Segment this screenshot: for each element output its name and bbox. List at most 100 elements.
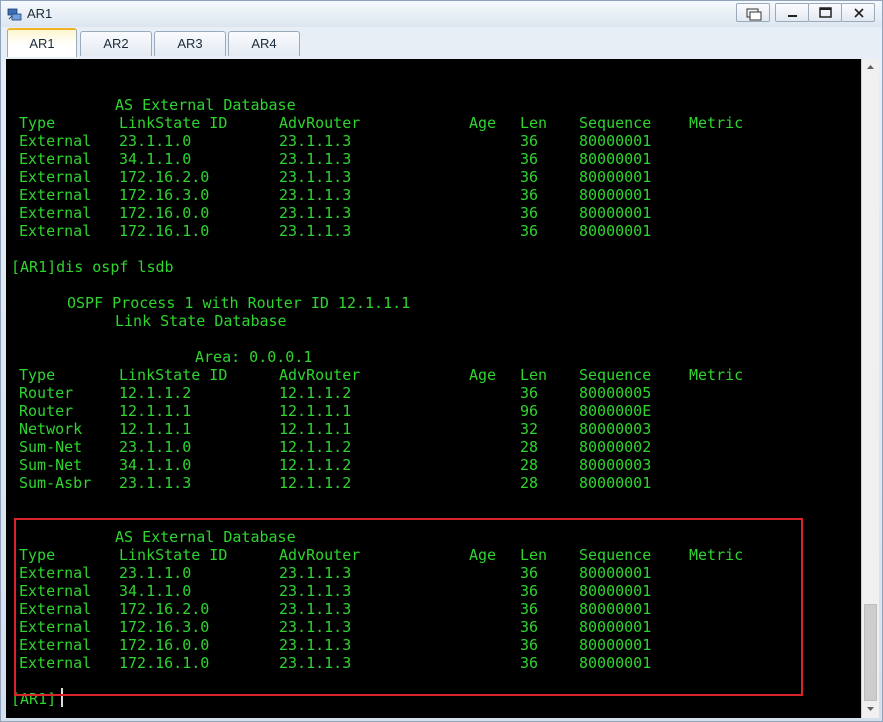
table-cell: 80000001 (579, 186, 652, 204)
restore-icon (746, 8, 762, 21)
area-line: Area: 0.0.0.1 (195, 348, 313, 366)
table-cell: 28 (520, 456, 539, 474)
minimize-button[interactable] (775, 3, 809, 22)
table-cell: 80000001 (579, 654, 652, 672)
router-console-icon (7, 8, 22, 21)
table-cell: Router (19, 402, 74, 420)
tab-ar1[interactable]: AR1 (7, 28, 77, 57)
section-heading: AS External Database (115, 96, 296, 114)
table-cell: 36 (520, 132, 539, 150)
table-cell: External (19, 222, 92, 240)
table-cell: External (19, 150, 92, 168)
vertical-scrollbar[interactable] (861, 59, 879, 718)
table-cell: 23.1.1.3 (279, 654, 352, 672)
table-cell: 32 (520, 420, 539, 438)
table-cell: 36 (520, 564, 539, 582)
table-cell: 36 (520, 618, 539, 636)
table-cell: 12.1.1.2 (279, 474, 352, 492)
table-cell: Network (19, 420, 83, 438)
table-cell: 36 (520, 150, 539, 168)
table-cell: 172.16.0.0 (119, 636, 210, 654)
tab-ar4[interactable]: AR4 (228, 31, 300, 56)
table-cell: 80000002 (579, 438, 652, 456)
minimize-icon (788, 15, 797, 17)
tab-ar3[interactable]: AR3 (154, 31, 226, 56)
table-cell: 12.1.1.2 (279, 438, 352, 456)
table-cell: 96 (520, 402, 539, 420)
table-cell: External (19, 636, 92, 654)
title-bar[interactable]: AR1 (1, 1, 882, 27)
table-cell: External (19, 600, 92, 618)
table-cell: 12.1.1.2 (279, 456, 352, 474)
table-cell: 12.1.1.2 (119, 384, 192, 402)
tab-strip: AR1 AR2 AR3 AR4 (1, 27, 882, 59)
table-cell: External (19, 654, 92, 672)
close-button[interactable] (841, 3, 875, 22)
maximize-button[interactable] (808, 3, 842, 22)
table-cell: 23.1.1.3 (279, 168, 352, 186)
table-cell: External (19, 132, 92, 150)
table-cell: Router (19, 384, 74, 402)
table-cell: 23.1.1.3 (279, 618, 352, 636)
table-header: Type LinkState ID AdvRouter Age Len Sequ… (19, 366, 744, 384)
table-cell: External (19, 186, 92, 204)
command-line: [AR1]dis ospf lsdb (11, 258, 174, 276)
scroll-up-icon[interactable] (862, 59, 879, 76)
table-cell: 80000001 (579, 222, 652, 240)
table-cell: 80000001 (579, 636, 652, 654)
table-cell: 12.1.1.1 (279, 402, 352, 420)
table-header: Type LinkState ID AdvRouter Age Len Sequ… (19, 546, 744, 564)
table-cell: 23.1.1.3 (279, 582, 352, 600)
table-cell: 12.1.1.1 (119, 420, 192, 438)
table-cell: 172.16.2.0 (119, 600, 210, 618)
text-cursor (61, 688, 63, 707)
table-cell: Sum-Net (19, 456, 83, 474)
scroll-down-icon[interactable] (862, 700, 879, 717)
table-cell: 80000001 (579, 474, 652, 492)
maximize-icon (819, 7, 832, 18)
table-cell: 80000001 (579, 618, 652, 636)
table-cell: External (19, 204, 92, 222)
window-title: AR1 (27, 6, 53, 21)
table-cell: 23.1.1.0 (119, 438, 192, 456)
table-header: Type LinkState ID AdvRouter Age Len Sequ… (19, 114, 744, 132)
scroll-thumb[interactable] (864, 604, 877, 701)
table-cell: 8000000E (579, 402, 652, 420)
restore-button[interactable] (736, 3, 770, 22)
table-cell: 12.1.1.1 (279, 420, 352, 438)
table-cell: 36 (520, 600, 539, 618)
tab-ar2[interactable]: AR2 (80, 31, 152, 56)
table-cell: External (19, 582, 92, 600)
table-cell: External (19, 168, 92, 186)
table-cell: 80000003 (579, 420, 652, 438)
console-window: AR1 AR1 AR2 AR3 AR4 AS External Database… (0, 0, 883, 722)
table-cell: 12.1.1.2 (279, 384, 352, 402)
table-cell: 36 (520, 222, 539, 240)
table-cell: 23.1.1.0 (119, 564, 192, 582)
table-cell: 23.1.1.3 (279, 186, 352, 204)
close-icon (854, 8, 864, 18)
table-cell: 36 (520, 636, 539, 654)
table-cell: 172.16.1.0 (119, 654, 210, 672)
table-cell: External (19, 618, 92, 636)
table-cell: 36 (520, 204, 539, 222)
table-cell: 23.1.1.3 (279, 636, 352, 654)
table-cell: 172.16.3.0 (119, 186, 210, 204)
table-cell: 36 (520, 168, 539, 186)
table-cell: 34.1.1.0 (119, 582, 192, 600)
table-cell: 23.1.1.3 (119, 474, 192, 492)
table-cell: 12.1.1.1 (119, 402, 192, 420)
table-cell: 36 (520, 384, 539, 402)
table-cell: External (19, 564, 92, 582)
table-cell: 80000001 (579, 132, 652, 150)
table-cell: 172.16.1.0 (119, 222, 210, 240)
prompt-line[interactable]: [AR1] (6, 690, 60, 708)
table-cell: 172.16.2.0 (119, 168, 210, 186)
table-cell: 80000001 (579, 168, 652, 186)
lsdb-title: Link State Database (115, 312, 287, 330)
terminal-output[interactable]: AS External Database Type LinkState ID A… (6, 59, 861, 718)
table-cell: 80000001 (579, 564, 652, 582)
table-cell: 172.16.0.0 (119, 204, 210, 222)
process-line: OSPF Process 1 with Router ID 12.1.1.1 (67, 294, 411, 312)
table-cell: 23.1.1.3 (279, 204, 352, 222)
